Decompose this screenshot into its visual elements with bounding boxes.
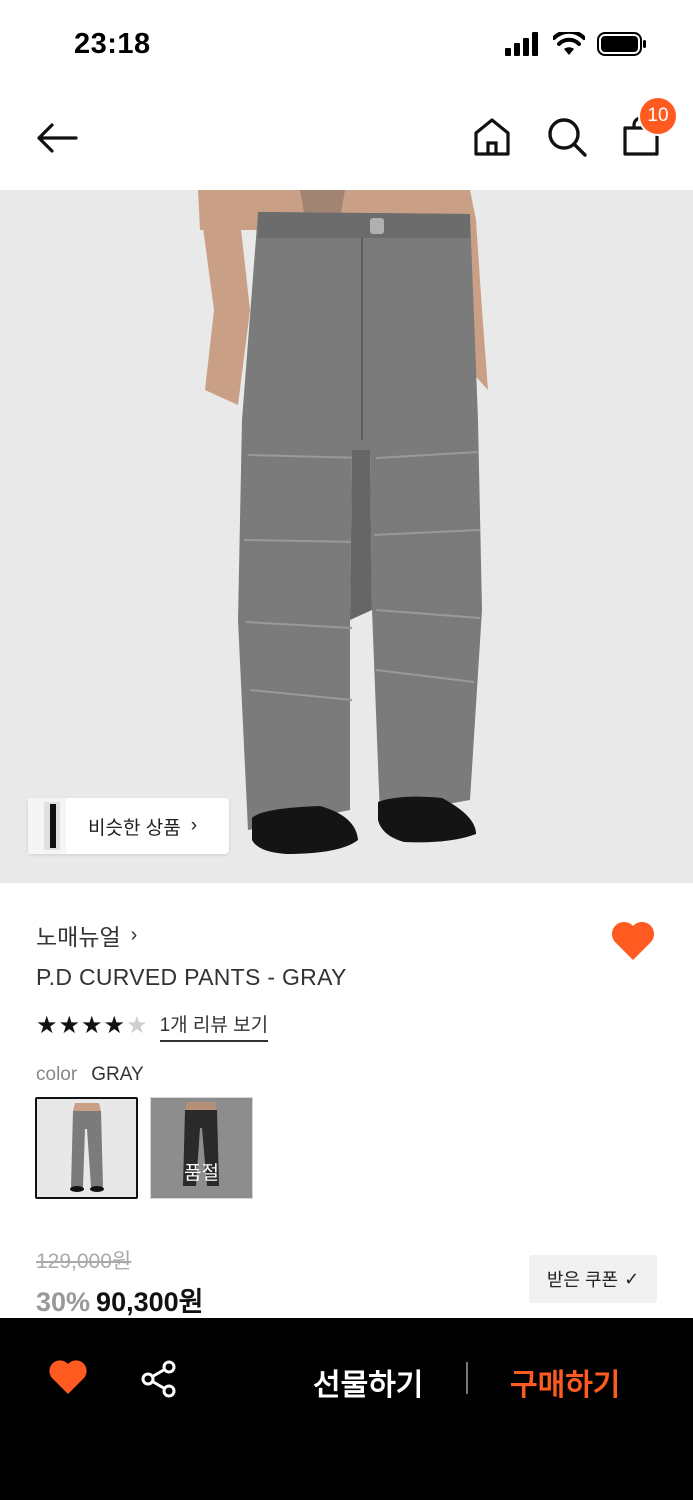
- battery-icon: [597, 32, 646, 56]
- soldout-label: 품절: [184, 1163, 219, 1184]
- home-icon[interactable]: [472, 116, 512, 158]
- swatch-image-gray: [37, 1099, 136, 1197]
- product-image[interactable]: [0, 190, 693, 883]
- status-bar: 23:18: [0, 0, 693, 90]
- star-empty-icon: ★: [126, 1012, 148, 1039]
- status-icons: [505, 32, 647, 56]
- star-icon: ★: [58, 1012, 81, 1039]
- discount-rate: 30%: [36, 1287, 91, 1317]
- search-icon[interactable]: [546, 116, 588, 158]
- cart-count-badge: 10: [638, 96, 678, 136]
- color-value: GRAY: [91, 1064, 144, 1085]
- top-navigation: [0, 90, 693, 190]
- bottom-action-bar: 선물하기 구매하기: [0, 1318, 693, 1500]
- wifi-icon: [553, 32, 585, 55]
- gift-button[interactable]: 선물하기: [313, 1360, 423, 1404]
- back-button[interactable]: [34, 118, 80, 158]
- price-row: 30% 90,300원: [36, 1280, 203, 1319]
- received-coupon-button[interactable]: 받은 쿠폰 ✓: [529, 1255, 657, 1303]
- similar-products-button[interactable]: 비슷한 상품 ›: [28, 798, 229, 854]
- product-detail-page: 23:18 10 비슷한 상품 › 노매뉴얼 › P.D CURVED PANT…: [0, 0, 693, 1500]
- coupon-label: 받은 쿠폰: [546, 1270, 619, 1290]
- status-time: 23:18: [74, 28, 151, 60]
- wishlist-heart-icon[interactable]: [610, 918, 656, 962]
- check-icon: ✓: [624, 1268, 640, 1289]
- chevron-right-icon: ›: [130, 923, 138, 946]
- similar-product-thumbnail: [28, 798, 66, 854]
- sale-price: 90,300원: [96, 1287, 204, 1317]
- similar-products-label: 비슷한 상품: [88, 817, 181, 839]
- product-photo: [198, 190, 488, 854]
- share-icon[interactable]: [140, 1360, 178, 1398]
- buy-button[interactable]: 구매하기: [510, 1360, 620, 1404]
- star-icon: ★: [81, 1012, 103, 1039]
- color-swatch-black[interactable]: 품절: [150, 1097, 253, 1199]
- color-key: color: [36, 1064, 78, 1085]
- star-rating: ★ ★ ★ ★ ★: [36, 1012, 148, 1040]
- product-title: P.D CURVED PANTS - GRAY: [36, 964, 347, 990]
- chevron-right-icon: ›: [190, 815, 198, 836]
- back-arrow-icon: [37, 123, 78, 153]
- heart-icon[interactable]: [48, 1358, 88, 1396]
- signal-icon: [505, 32, 538, 56]
- brand-link[interactable]: 노매뉴얼 ›: [36, 918, 137, 952]
- original-price: 129,000원: [36, 1250, 132, 1273]
- brand-name: 노매뉴얼: [36, 924, 121, 950]
- view-reviews-link[interactable]: 1개 리뷰 보기: [159, 1010, 269, 1042]
- rating-row: ★ ★ ★ ★ ★ 1개 리뷰 보기: [36, 1010, 269, 1042]
- star-icon: ★: [36, 1012, 58, 1039]
- color-swatch-gray[interactable]: [35, 1097, 138, 1199]
- color-selection-label: color GRAY: [36, 1064, 144, 1086]
- star-icon: ★: [103, 1012, 126, 1039]
- divider: [466, 1362, 468, 1394]
